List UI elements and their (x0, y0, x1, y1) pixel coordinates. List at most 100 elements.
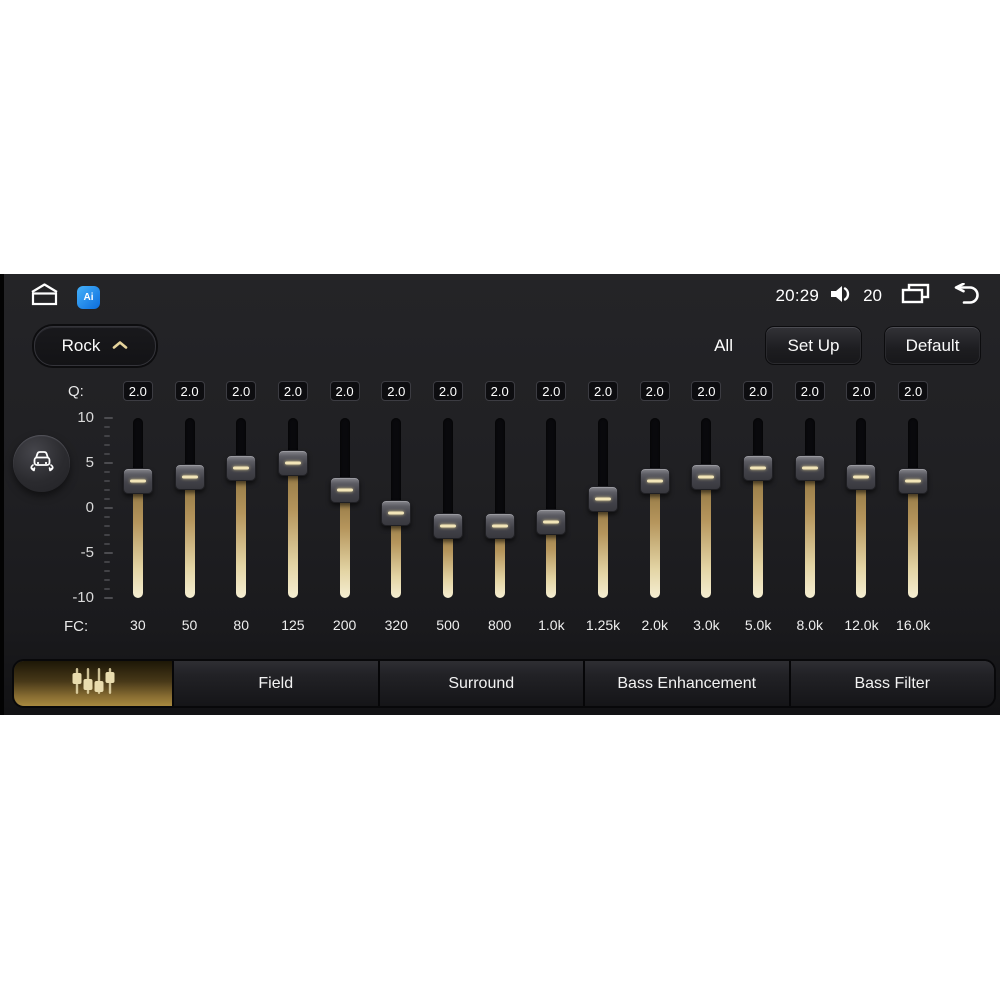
home-icon[interactable] (28, 282, 61, 312)
freq-label: 125 (281, 617, 305, 633)
scale-label: 0 (85, 499, 94, 516)
slider-fill (339, 490, 350, 598)
slider-handle[interactable] (174, 463, 205, 490)
preset-dropdown[interactable]: Rock (34, 326, 156, 366)
gain-slider[interactable] (329, 418, 361, 598)
q-row-label: Q: (68, 383, 84, 400)
default-button[interactable]: Default (884, 326, 981, 365)
q-value[interactable]: 2.0 (174, 381, 205, 401)
eq-band: 2.0 320 (370, 381, 422, 633)
handle-grip (439, 524, 456, 528)
q-value[interactable]: 2.0 (691, 381, 722, 401)
q-value[interactable]: 2.0 (381, 381, 412, 401)
q-value[interactable]: 2.0 (846, 381, 877, 401)
gain-slider[interactable] (535, 418, 567, 598)
gain-slider[interactable] (690, 418, 722, 598)
scale-tick (104, 525, 110, 527)
freq-label: 50 (181, 617, 198, 633)
gain-slider[interactable] (122, 418, 154, 598)
slider-handle[interactable] (639, 468, 670, 494)
equalizer-icon (65, 666, 121, 701)
tab-bass-enhancement[interactable]: Bass Enhancement (583, 661, 789, 706)
q-value[interactable]: 2.0 (432, 381, 463, 401)
q-value[interactable]: 2.0 (226, 381, 257, 401)
slider-handle[interactable] (277, 450, 308, 476)
slider-handle[interactable] (691, 463, 722, 490)
chevron-up-icon (112, 337, 128, 355)
handle-grip (336, 488, 353, 492)
all-label[interactable]: All (714, 336, 743, 356)
gain-slider[interactable] (174, 418, 206, 598)
q-value[interactable]: 2.0 (329, 381, 360, 401)
scale-tick (104, 444, 110, 446)
gain-slider[interactable] (742, 418, 774, 598)
gain-slider[interactable] (794, 418, 826, 598)
slider-handle[interactable] (432, 513, 463, 539)
tab-equalizer[interactable] (14, 661, 172, 706)
freq-label: 320 (384, 617, 408, 633)
car-position-button[interactable] (13, 435, 70, 492)
eq-band: 2.0 16.0k (887, 381, 939, 633)
handle-grip (698, 475, 715, 478)
gain-slider[interactable] (484, 418, 516, 598)
freq-label: 1.0k (538, 617, 565, 633)
handle-grip (646, 479, 663, 483)
gain-slider[interactable] (845, 418, 877, 598)
page: Ai 20:29 20 Rock All Set Up Default Q: F… (0, 0, 1000, 1000)
q-value[interactable]: 2.0 (277, 381, 308, 401)
handle-grip (388, 511, 405, 514)
slider-handle[interactable] (536, 508, 567, 535)
slider-handle[interactable] (898, 468, 929, 494)
slider-handle[interactable] (122, 468, 153, 494)
recent-apps-icon[interactable] (900, 282, 931, 310)
q-value[interactable]: 2.0 (794, 381, 825, 401)
handle-grip (905, 479, 922, 483)
gain-slider[interactable] (897, 418, 929, 598)
setup-button[interactable]: Set Up (765, 326, 862, 365)
slider-handle[interactable] (226, 454, 257, 481)
scale-tick (104, 498, 110, 500)
slider-handle[interactable] (794, 454, 825, 481)
tab-surround[interactable]: Surround (377, 661, 583, 706)
slider-handle[interactable] (743, 454, 774, 481)
q-value[interactable]: 2.0 (898, 381, 929, 401)
handle-grip (853, 475, 870, 478)
slider-fill (908, 481, 919, 598)
scale-tick (104, 453, 110, 455)
tab-bass-filter[interactable]: Bass Filter (788, 661, 994, 706)
freq-label: 2.0k (641, 617, 668, 633)
header-actions: All Set Up Default (714, 326, 981, 365)
scale-tick (104, 579, 110, 581)
tab-field[interactable]: Field (172, 661, 378, 706)
gain-slider[interactable] (432, 418, 464, 598)
q-value[interactable]: 2.0 (588, 381, 619, 401)
gain-slider[interactable] (225, 418, 257, 598)
gain-slider[interactable] (277, 418, 309, 598)
q-value[interactable]: 2.0 (743, 381, 774, 401)
slider-handle[interactable] (846, 463, 877, 490)
back-icon[interactable] (951, 282, 982, 309)
freq-label: 500 (436, 617, 460, 633)
freq-label: 12.0k (844, 617, 879, 633)
q-value[interactable]: 2.0 (484, 381, 515, 401)
volume-level: 20 (863, 286, 882, 305)
handle-grip (129, 479, 146, 483)
slider-handle[interactable] (381, 499, 412, 526)
eq-band: 2.0 2.0k (629, 381, 681, 633)
ai-assistant-icon[interactable]: Ai (77, 285, 100, 309)
status-bar-left: Ai (28, 282, 100, 312)
q-value[interactable]: 2.0 (122, 381, 153, 401)
slider-handle[interactable] (484, 513, 515, 539)
q-value[interactable]: 2.0 (536, 381, 567, 401)
status-bar: Ai 20:29 20 (4, 282, 1000, 312)
slider-handle[interactable] (329, 477, 360, 503)
q-value[interactable]: 2.0 (639, 381, 670, 401)
gain-slider[interactable] (639, 418, 671, 598)
freq-label: 5.0k (744, 617, 772, 633)
gain-slider[interactable] (380, 418, 412, 598)
slider-fill (753, 467, 764, 598)
slider-handle[interactable] (588, 486, 619, 512)
handle-grip (750, 466, 767, 469)
freq-label: 30 (130, 617, 146, 633)
gain-slider[interactable] (587, 418, 619, 598)
